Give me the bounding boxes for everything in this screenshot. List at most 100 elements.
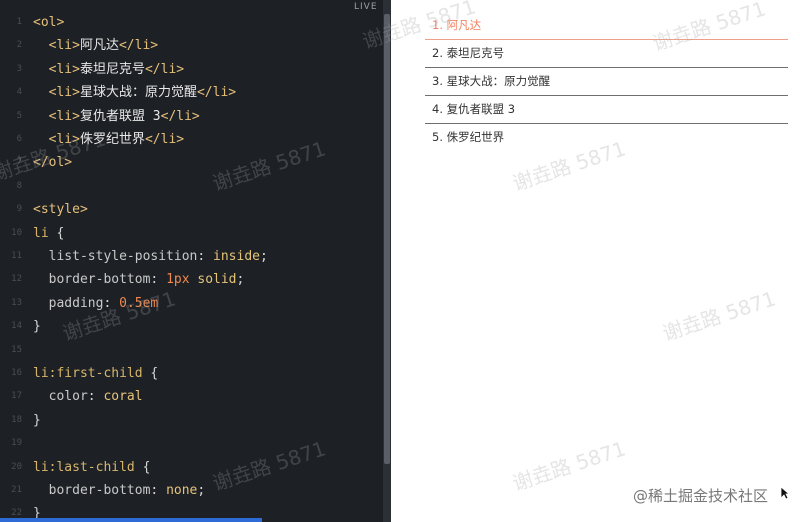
- code-line[interactable]: 16 li:first-child {: [0, 362, 383, 385]
- code-token: :: [150, 272, 167, 288]
- code-editor[interactable]: 1 <ol> 2 <li>阿凡达</li> 3 <li>泰坦尼克号</li> 4 <li…: [0, 0, 383, 522]
- movie-list: 1. 阿凡达 2. 泰坦尼克号 3. 星球大战：原力觉醒 4. 复仇者联盟 3 …: [425, 12, 788, 152]
- live-preview-pane: 1. 阿凡达 2. 泰坦尼克号 3. 星球大战：原力觉醒 4. 复仇者联盟 3 …: [391, 0, 800, 522]
- code-token: inside: [213, 249, 260, 264]
- code-token: <style>: [33, 202, 88, 218]
- code-text: border-bottom: 1px solid;: [33, 268, 245, 291]
- code-token: 复仇者联盟 3: [79, 108, 161, 124]
- code-text: <ol>: [33, 11, 64, 34]
- code-text: <li>复仇者联盟 3</li>: [33, 105, 200, 128]
- line-number: 18: [11, 414, 22, 425]
- code-token: <li>: [33, 108, 80, 124]
- code-token: <li>: [33, 38, 80, 54]
- line-number: 12: [11, 274, 22, 285]
- code-token: border-bottom: [33, 272, 151, 288]
- code-text: }: [33, 409, 41, 432]
- code-text: <li>阿凡达</li>: [33, 34, 158, 57]
- code-token: 泰坦尼克号: [79, 61, 145, 77]
- code-token: 1px: [166, 272, 190, 288]
- line-number: 6: [16, 134, 22, 144]
- line-number: 15: [11, 344, 22, 355]
- code-text: list-style-position: inside;: [33, 245, 268, 268]
- code-token: {: [134, 459, 151, 475]
- code-token: 阿凡达: [79, 38, 119, 54]
- line-number: 7: [16, 157, 22, 168]
- list-item: 2. 泰坦尼克号: [425, 40, 788, 68]
- code-token: :: [103, 295, 120, 311]
- code-token: ;: [260, 249, 268, 264]
- code-line[interactable]: 18}: [0, 409, 383, 432]
- code-token: li:last-child: [33, 459, 135, 475]
- code-text: </ol>: [33, 151, 72, 174]
- line-number: 20: [11, 461, 22, 472]
- code-line[interactable]: 11 list-style-position: inside;: [0, 245, 383, 268]
- code-token: <ol>: [33, 15, 65, 30]
- code-line[interactable]: 7 </ol>: [0, 151, 383, 174]
- code-token: </li>: [160, 108, 200, 124]
- code-text: <li>泰坦尼克号</li>: [33, 58, 184, 81]
- code-text: <style>: [33, 198, 88, 221]
- code-text: <li>星球大战：原力觉醒</li>: [33, 81, 236, 104]
- code-token: li: [33, 225, 49, 241]
- editor-progress-bar: [0, 518, 262, 522]
- line-number: 21: [11, 485, 22, 495]
- line-number: 11: [11, 251, 22, 261]
- line-number: 14: [11, 321, 22, 332]
- line-number: 4: [16, 87, 22, 98]
- code-line[interactable]: 4 <li>星球大战：原力觉醒</li>: [0, 81, 383, 104]
- code-token: }: [33, 319, 41, 335]
- code-line[interactable]: 5 <li>复仇者联盟 3</li>: [0, 105, 383, 128]
- code-text: border-bottom: none;: [33, 479, 206, 502]
- code-token: </li>: [196, 85, 237, 101]
- code-token: li:first-child: [33, 366, 143, 381]
- code-line[interactable]: 13 padding: 0.5em: [0, 292, 383, 315]
- list-item: 3. 星球大战：原力觉醒: [425, 68, 788, 96]
- code-token: </li>: [144, 61, 185, 77]
- code-line[interactable]: 9 <style>: [0, 198, 383, 221]
- code-text: padding: 0.5em: [33, 292, 159, 315]
- code-line[interactable]: 12 border-bottom: 1px solid;: [0, 268, 383, 291]
- code-line[interactable]: 15: [0, 339, 383, 362]
- code-token: ;: [236, 272, 245, 288]
- list-item: 1. 阿凡达: [425, 12, 788, 40]
- code-token: :: [197, 249, 214, 264]
- list-item: 5. 侏罗纪世界: [432, 130, 505, 144]
- code-token: color: [33, 389, 88, 405]
- line-number: 9: [16, 204, 22, 215]
- line-number: 8: [16, 180, 22, 191]
- code-line[interactable]: 6 <li>侏罗纪世界</li>: [0, 128, 383, 151]
- mouse-cursor-icon: [780, 486, 790, 500]
- line-number: 2: [16, 40, 22, 51]
- code-token: padding: [33, 295, 104, 311]
- code-line[interactable]: 10 li {: [0, 222, 383, 245]
- line-number: 5: [16, 110, 22, 121]
- code-token: 星球大战：原力觉醒: [79, 85, 197, 101]
- code-line[interactable]: 19: [0, 432, 383, 455]
- code-token: :: [150, 483, 167, 498]
- code-token: </li>: [144, 132, 185, 147]
- code-text: }: [33, 315, 41, 338]
- code-token: </ol>: [33, 155, 73, 171]
- code-token: <li>: [33, 85, 80, 101]
- code-line[interactable]: 20 li:last-child {: [0, 456, 383, 479]
- code-token: ;: [197, 483, 206, 498]
- code-token: }: [33, 412, 41, 428]
- code-token: :: [87, 389, 104, 405]
- code-line[interactable]: 21 border-bottom: none;: [0, 479, 383, 502]
- line-number: 3: [16, 63, 22, 74]
- code-token: none: [166, 483, 198, 498]
- code-token: list-style-position: [33, 249, 198, 264]
- code-line[interactable]: 3 <li>泰坦尼克号</li>: [0, 58, 383, 81]
- code-line[interactable]: 17 color: coral: [0, 385, 383, 408]
- code-line[interactable]: 14}: [0, 315, 383, 338]
- code-line[interactable]: 8: [0, 175, 383, 198]
- code-token: {: [48, 225, 65, 241]
- code-line[interactable]: 1 <ol>: [0, 11, 383, 34]
- editor-scrollbar-thumb[interactable]: [384, 14, 390, 464]
- code-token: </li>: [118, 38, 159, 54]
- line-number: 13: [11, 297, 22, 308]
- site-watermark: @稀土掘金技术社区: [633, 487, 769, 505]
- code-text: color: coral: [33, 385, 143, 408]
- code-line[interactable]: 2 <li>阿凡达</li>: [0, 34, 383, 57]
- code-text: <li>侏罗纪世界</li>: [33, 128, 184, 151]
